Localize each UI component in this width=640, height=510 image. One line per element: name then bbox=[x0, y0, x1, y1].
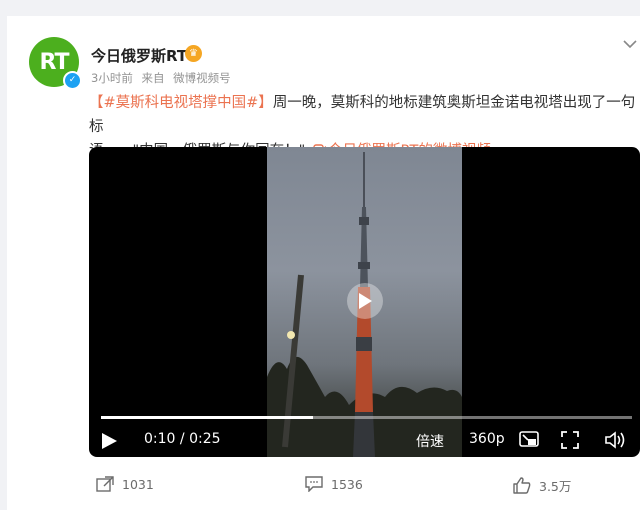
author-name[interactable]: 今日俄罗斯RT bbox=[91, 45, 187, 66]
comment-count: 1536 bbox=[331, 476, 363, 492]
play-icon bbox=[359, 293, 372, 309]
post-time[interactable]: 3小时前 bbox=[91, 71, 133, 85]
current-time: 0:10 bbox=[144, 431, 176, 447]
progress-fill bbox=[101, 416, 314, 419]
duration: 0:25 bbox=[189, 431, 221, 447]
hashtag-link[interactable]: 【#莫斯科电视塔撑中国#】 bbox=[89, 95, 273, 111]
comment-button[interactable]: 1536 bbox=[305, 476, 363, 492]
post-source[interactable]: 微博视频号 bbox=[173, 71, 231, 85]
verified-icon: ✓ bbox=[63, 71, 82, 90]
share-button[interactable]: 1031 bbox=[96, 476, 154, 492]
video-player[interactable]: 0:10 / 0:25 倍速 360p bbox=[89, 147, 640, 457]
volume-icon[interactable] bbox=[605, 431, 627, 449]
weibo-post-card: RT ✓ 今日俄罗斯RT ♛ 3小时前 来自 微博视频号 【#莫斯科电视塔撑中国… bbox=[7, 16, 640, 510]
share-icon bbox=[96, 476, 114, 492]
progress-bar[interactable] bbox=[101, 416, 632, 419]
pip-icon[interactable] bbox=[519, 431, 539, 449]
like-button[interactable]: 3.5万 bbox=[513, 476, 571, 495]
play-icon[interactable] bbox=[100, 432, 118, 450]
share-count: 1031 bbox=[122, 476, 154, 492]
comment-icon bbox=[305, 476, 323, 492]
quality-button[interactable]: 360p bbox=[469, 431, 505, 447]
like-icon bbox=[513, 477, 531, 494]
play-overlay-button[interactable] bbox=[347, 283, 383, 319]
chevron-down-icon[interactable] bbox=[622, 36, 638, 52]
vip-icon[interactable]: ♛ bbox=[185, 45, 202, 62]
time-display: 0:10 / 0:25 bbox=[144, 431, 221, 447]
fullscreen-icon[interactable] bbox=[561, 431, 579, 449]
time-separator: / bbox=[179, 431, 185, 447]
post-meta: 3小时前 来自 微博视频号 bbox=[91, 70, 236, 86]
speed-button[interactable]: 倍速 bbox=[416, 431, 444, 451]
like-count: 3.5万 bbox=[539, 479, 572, 494]
source-prefix: 来自 bbox=[141, 71, 165, 85]
